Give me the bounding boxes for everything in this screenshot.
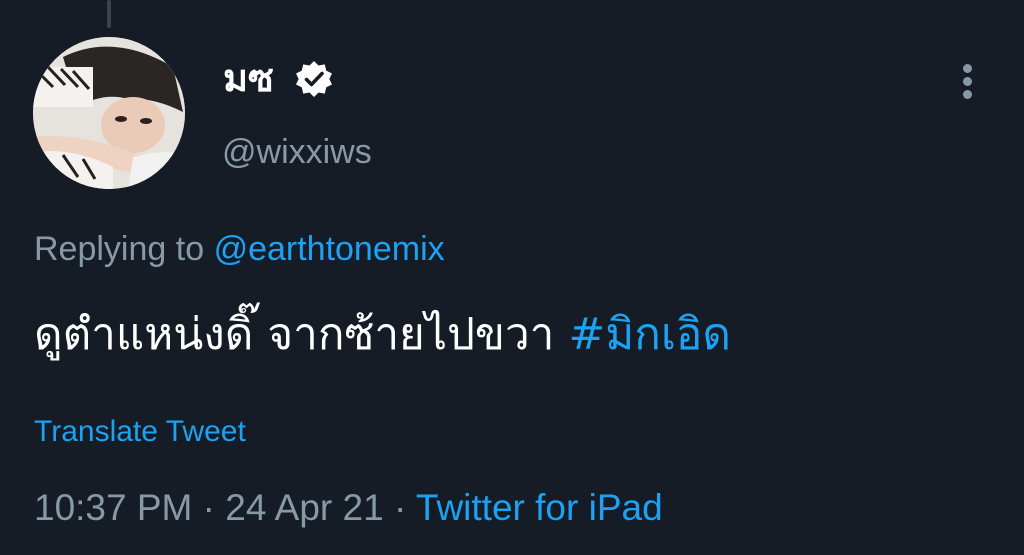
- more-vertical-icon[interactable]: [953, 60, 983, 104]
- tweet-date[interactable]: 24 Apr 21: [225, 487, 383, 528]
- tweet-time[interactable]: 10:37 PM: [34, 487, 192, 528]
- tweet-body: ดูตำแหน่งดิ๊ จากซ้ายไปขวา #มิกเอิด: [34, 300, 731, 370]
- replying-to-prefix: Replying to: [34, 230, 205, 268]
- avatar[interactable]: [33, 37, 185, 189]
- replying-to-line: Replying to @earthtonemix: [34, 226, 445, 272]
- translate-tweet-link[interactable]: Translate Tweet: [34, 412, 246, 452]
- verified-badge-icon: [296, 61, 332, 97]
- replying-to-mention-link[interactable]: @earthtonemix: [214, 230, 445, 268]
- author-handle[interactable]: @wixxiws: [222, 130, 372, 174]
- tweet-metadata: 10:37 PM · 24 Apr 21 · Twitter for iPad: [34, 484, 663, 532]
- meta-separator: ·: [202, 487, 215, 528]
- author-display-name[interactable]: มซ: [223, 56, 274, 100]
- tweet-source-link[interactable]: Twitter for iPad: [416, 487, 663, 528]
- meta-separator-2: ·: [393, 487, 407, 528]
- thread-connector-line: [107, 0, 111, 28]
- hashtag-link[interactable]: #มิกเอิด: [568, 309, 731, 360]
- tweet-text: ดูตำแหน่งดิ๊ จากซ้ายไปขวา: [34, 309, 555, 360]
- avatar-image: [33, 37, 185, 189]
